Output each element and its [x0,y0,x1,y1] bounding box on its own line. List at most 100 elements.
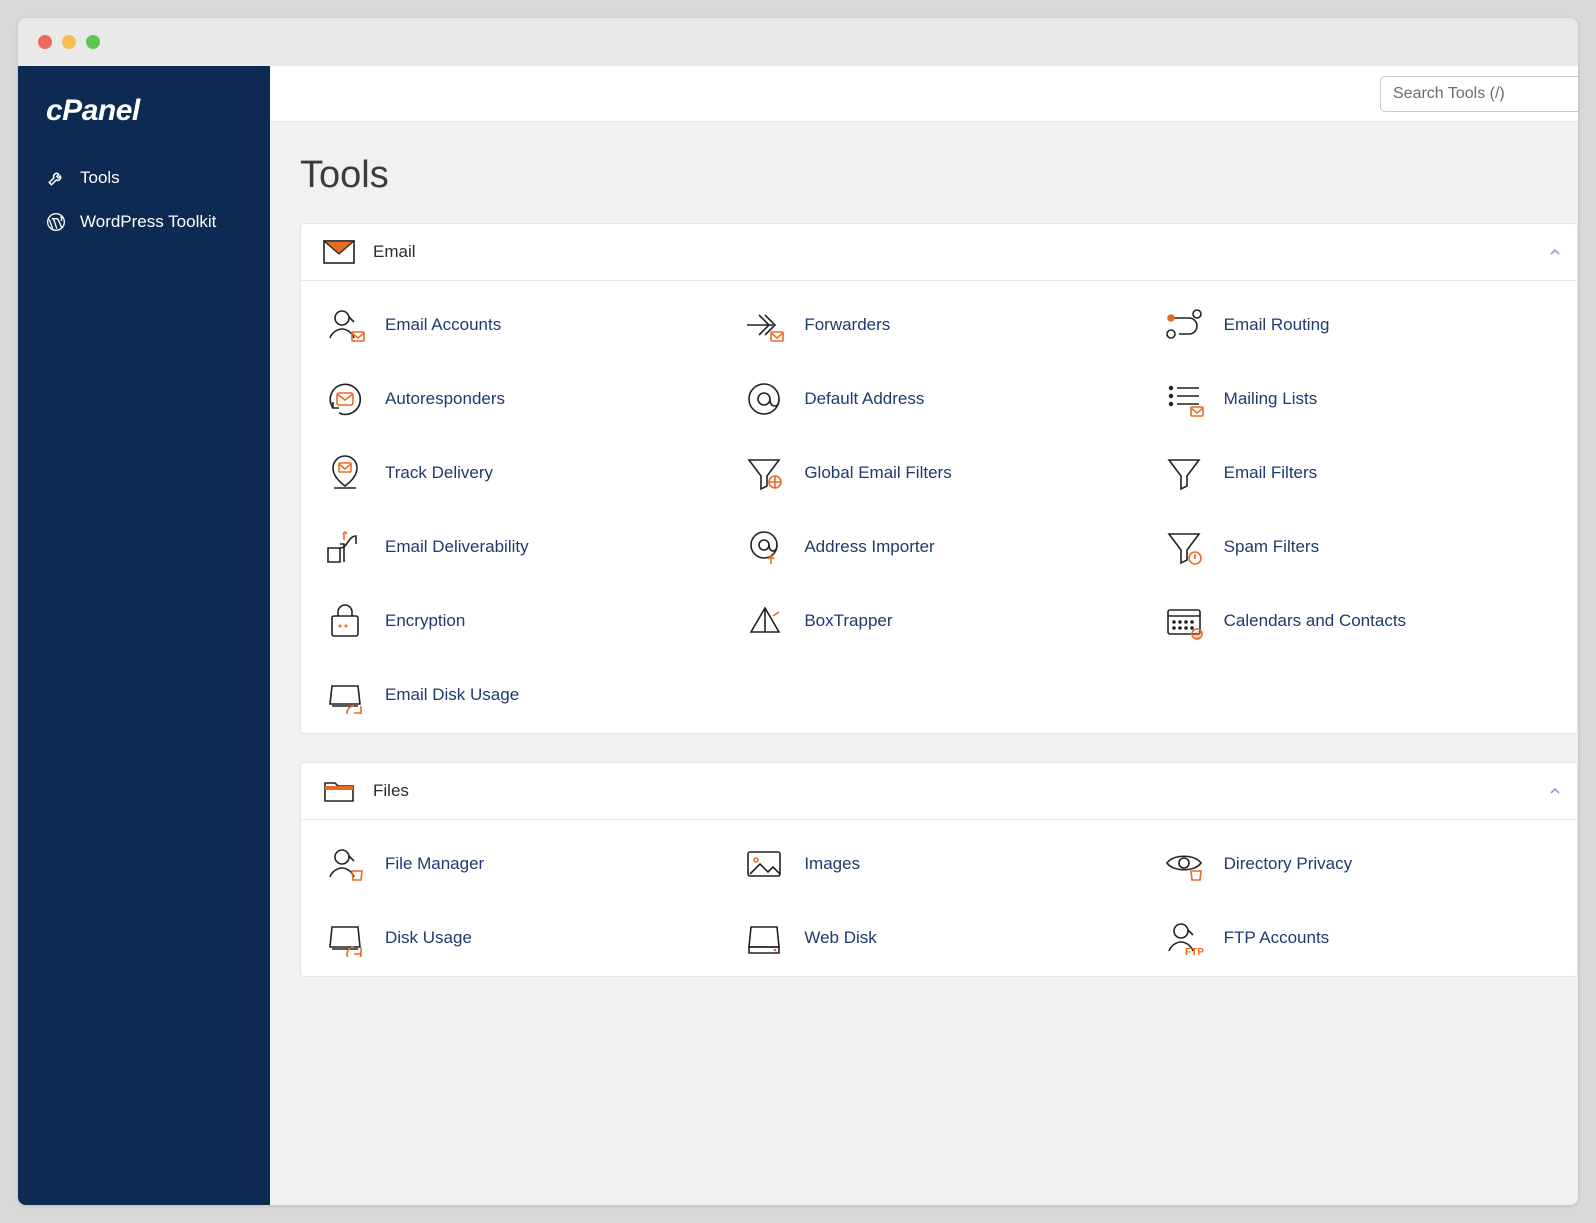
svg-text:@: @ [1194,632,1201,639]
forwarders-icon [742,305,786,345]
tool-calendars-contacts[interactable]: @ Calendars and Contacts [1154,595,1563,647]
browser-frame: cPanel Tools WordPress Toolkit [18,18,1578,1205]
tool-label: Directory Privacy [1224,854,1352,874]
global-filters-icon [742,453,786,493]
sidebar-item-wordpress-toolkit[interactable]: WordPress Toolkit [18,200,270,244]
content: Tools Email [270,122,1578,1005]
sidebar: cPanel Tools WordPress Toolkit [18,66,270,1205]
tool-label: Forwarders [804,315,890,335]
panel-files: Files [300,762,1578,977]
tool-label: Calendars and Contacts [1224,611,1406,631]
mailing-lists-icon [1162,379,1206,419]
tool-file-manager[interactable]: File Manager [315,838,724,890]
tool-label: Images [804,854,860,874]
email-routing-icon [1162,305,1206,345]
tool-label: File Manager [385,854,484,874]
mail-section-icon [323,240,355,264]
tool-label: Autoresponders [385,389,505,409]
main: Tools Email [270,66,1578,1205]
page-title: Tools [270,144,1578,223]
chevron-up-icon[interactable] [1541,238,1569,266]
tool-mailing-lists[interactable]: Mailing Lists [1154,373,1563,425]
window-minimize-icon[interactable] [62,35,76,49]
window-titlebar [18,18,1578,66]
tool-label: Spam Filters [1224,537,1319,557]
tool-email-routing[interactable]: Email Routing [1154,299,1563,351]
tool-boxtrapper[interactable]: BoxTrapper [734,595,1143,647]
panel-email-title: Email [373,242,416,262]
tool-label: Address Importer [804,537,934,557]
chevron-up-icon[interactable] [1541,777,1569,805]
file-manager-icon [323,844,367,884]
panel-files-title: Files [373,781,409,801]
tool-label: Encryption [385,611,465,631]
search-input[interactable] [1380,76,1578,112]
panel-files-header[interactable]: Files [301,763,1577,820]
tool-ftp-accounts[interactable]: FTP FTP Accounts [1154,912,1563,964]
calendars-icon: @ [1162,601,1206,641]
panel-email-header[interactable]: Email [301,224,1577,281]
tool-label: Web Disk [804,928,876,948]
tool-grid: Email Accounts Forwarders [315,299,1563,721]
tool-label: Track Delivery [385,463,493,483]
tool-track-delivery[interactable]: Track Delivery [315,447,724,499]
deliverability-icon [323,527,367,567]
disk-usage-icon [323,918,367,958]
tool-label: Email Deliverability [385,537,529,557]
tool-spam-filters[interactable]: Spam Filters [1154,521,1563,573]
email-accounts-icon [323,305,367,345]
tool-label: FTP Accounts [1224,928,1330,948]
svg-text:FTP: FTP [1185,947,1204,957]
tool-label: Mailing Lists [1224,389,1318,409]
window-zoom-icon[interactable] [86,35,100,49]
boxtrapper-icon [742,601,786,641]
panel-files-body: File Manager Image [301,820,1577,976]
tool-default-address[interactable]: Default Address [734,373,1143,425]
window-close-icon[interactable] [38,35,52,49]
tool-disk-usage[interactable]: Disk Usage [315,912,724,964]
web-disk-icon [742,918,786,958]
sidebar-item-tools[interactable]: Tools [18,156,270,200]
tool-label: Email Filters [1224,463,1318,483]
tool-web-disk[interactable]: Web Disk [734,912,1143,964]
sidebar-item-label: WordPress Toolkit [80,212,216,232]
sidebar-item-label: Tools [80,168,120,188]
images-icon [742,844,786,884]
wordpress-icon [46,212,66,232]
app-root: cPanel Tools WordPress Toolkit [18,66,1578,1205]
tool-label: Email Accounts [385,315,501,335]
tool-email-disk-usage[interactable]: Email Disk Usage [315,669,724,721]
tool-email-deliverability[interactable]: Email Deliverability [315,521,724,573]
folder-section-icon [323,779,355,803]
encryption-icon [323,601,367,641]
tool-label: Default Address [804,389,924,409]
tool-label: Global Email Filters [804,463,951,483]
tool-forwarders[interactable]: Forwarders [734,299,1143,351]
tools-icon [46,168,66,188]
topbar [270,66,1578,122]
tool-encryption[interactable]: Encryption [315,595,724,647]
tool-images[interactable]: Images [734,838,1143,890]
ftp-accounts-icon: FTP [1162,918,1206,958]
brand-logo: cPanel [18,90,270,156]
default-address-icon [742,379,786,419]
track-delivery-icon [323,453,367,493]
tool-email-filters[interactable]: Email Filters [1154,447,1563,499]
directory-privacy-icon [1162,844,1206,884]
tool-email-accounts[interactable]: Email Accounts [315,299,724,351]
tool-label: Email Routing [1224,315,1330,335]
tool-autoresponders[interactable]: Autoresponders [315,373,724,425]
tool-label: Disk Usage [385,928,472,948]
tool-address-importer[interactable]: Address Importer [734,521,1143,573]
tool-directory-privacy[interactable]: Directory Privacy [1154,838,1563,890]
spam-filters-icon [1162,527,1206,567]
tool-grid: File Manager Image [315,838,1563,964]
email-disk-usage-icon [323,675,367,715]
autoresponders-icon [323,379,367,419]
tool-global-email-filters[interactable]: Global Email Filters [734,447,1143,499]
address-importer-icon [742,527,786,567]
tool-label: Email Disk Usage [385,685,519,705]
panel-email: Email [300,223,1578,734]
tool-label: BoxTrapper [804,611,892,631]
panel-email-body: Email Accounts Forwarders [301,281,1577,733]
